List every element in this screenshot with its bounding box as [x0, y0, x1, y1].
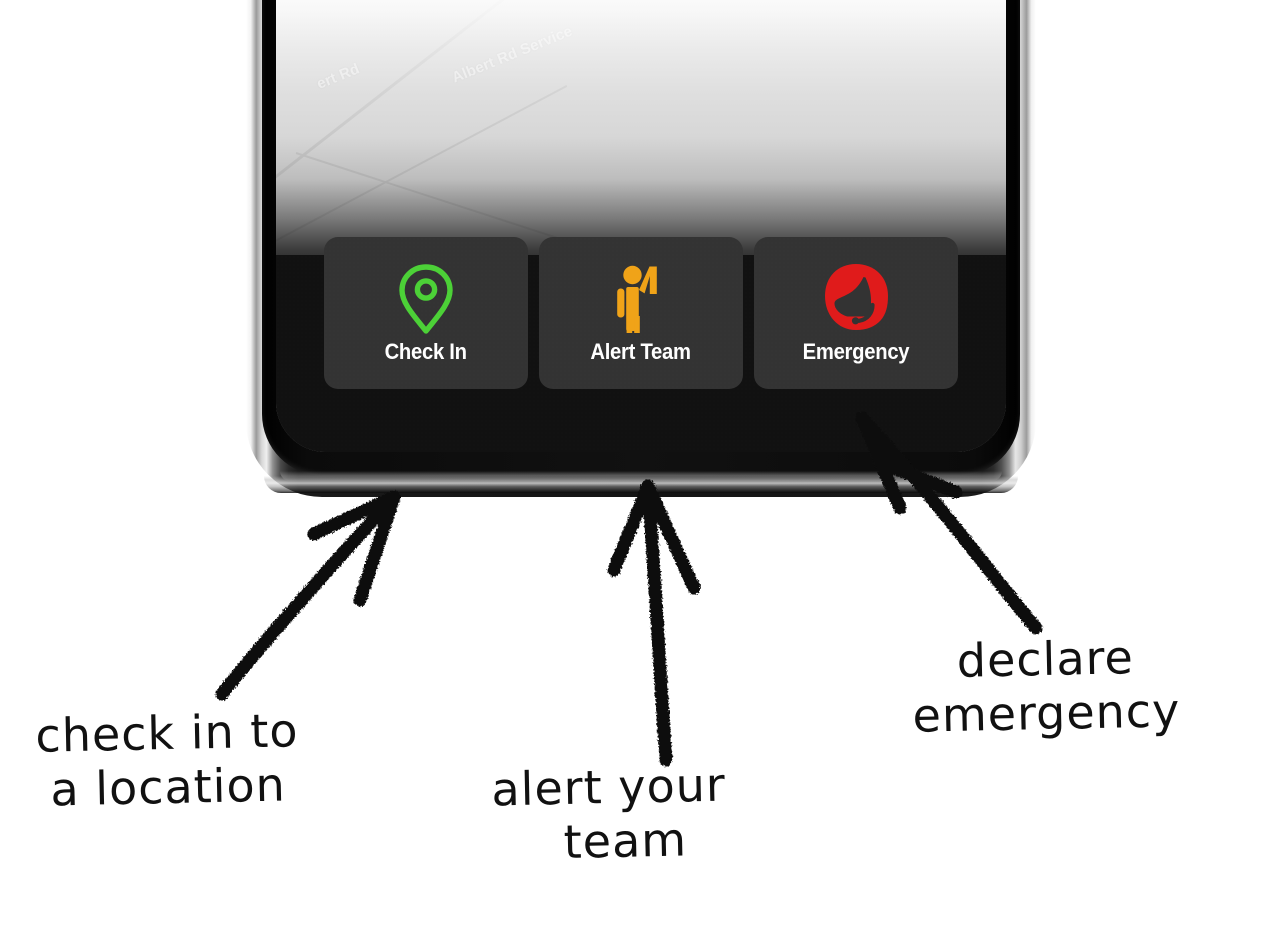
- alert-team-button[interactable]: Alert Team: [539, 237, 743, 389]
- annotation-emergency: declare emergency: [912, 630, 1181, 744]
- alert-team-label: Alert Team: [590, 339, 692, 364]
- headset-support-icon: [819, 259, 893, 337]
- annotation-check-in: check in to a location: [34, 703, 300, 817]
- quick-actions-bar: Check In Alert Team Emergency: [324, 237, 958, 389]
- person-raised-hand-icon: [612, 259, 670, 337]
- arrow-to-check-in: [215, 490, 401, 701]
- emergency-button[interactable]: Emergency: [754, 237, 958, 389]
- emergency-label: Emergency: [802, 339, 910, 364]
- phone-screen: ert Rd Albert Rd Service Check In: [276, 0, 1006, 452]
- check-in-label: Check In: [384, 339, 468, 364]
- annotation-alert-team: alert your team: [490, 757, 727, 870]
- arrow-to-alert-team: [607, 479, 701, 767]
- phone-mockup: ert Rd Albert Rd Service Check In: [246, 0, 1036, 497]
- check-in-button[interactable]: Check In: [324, 237, 528, 389]
- map-pin-icon: [395, 259, 457, 337]
